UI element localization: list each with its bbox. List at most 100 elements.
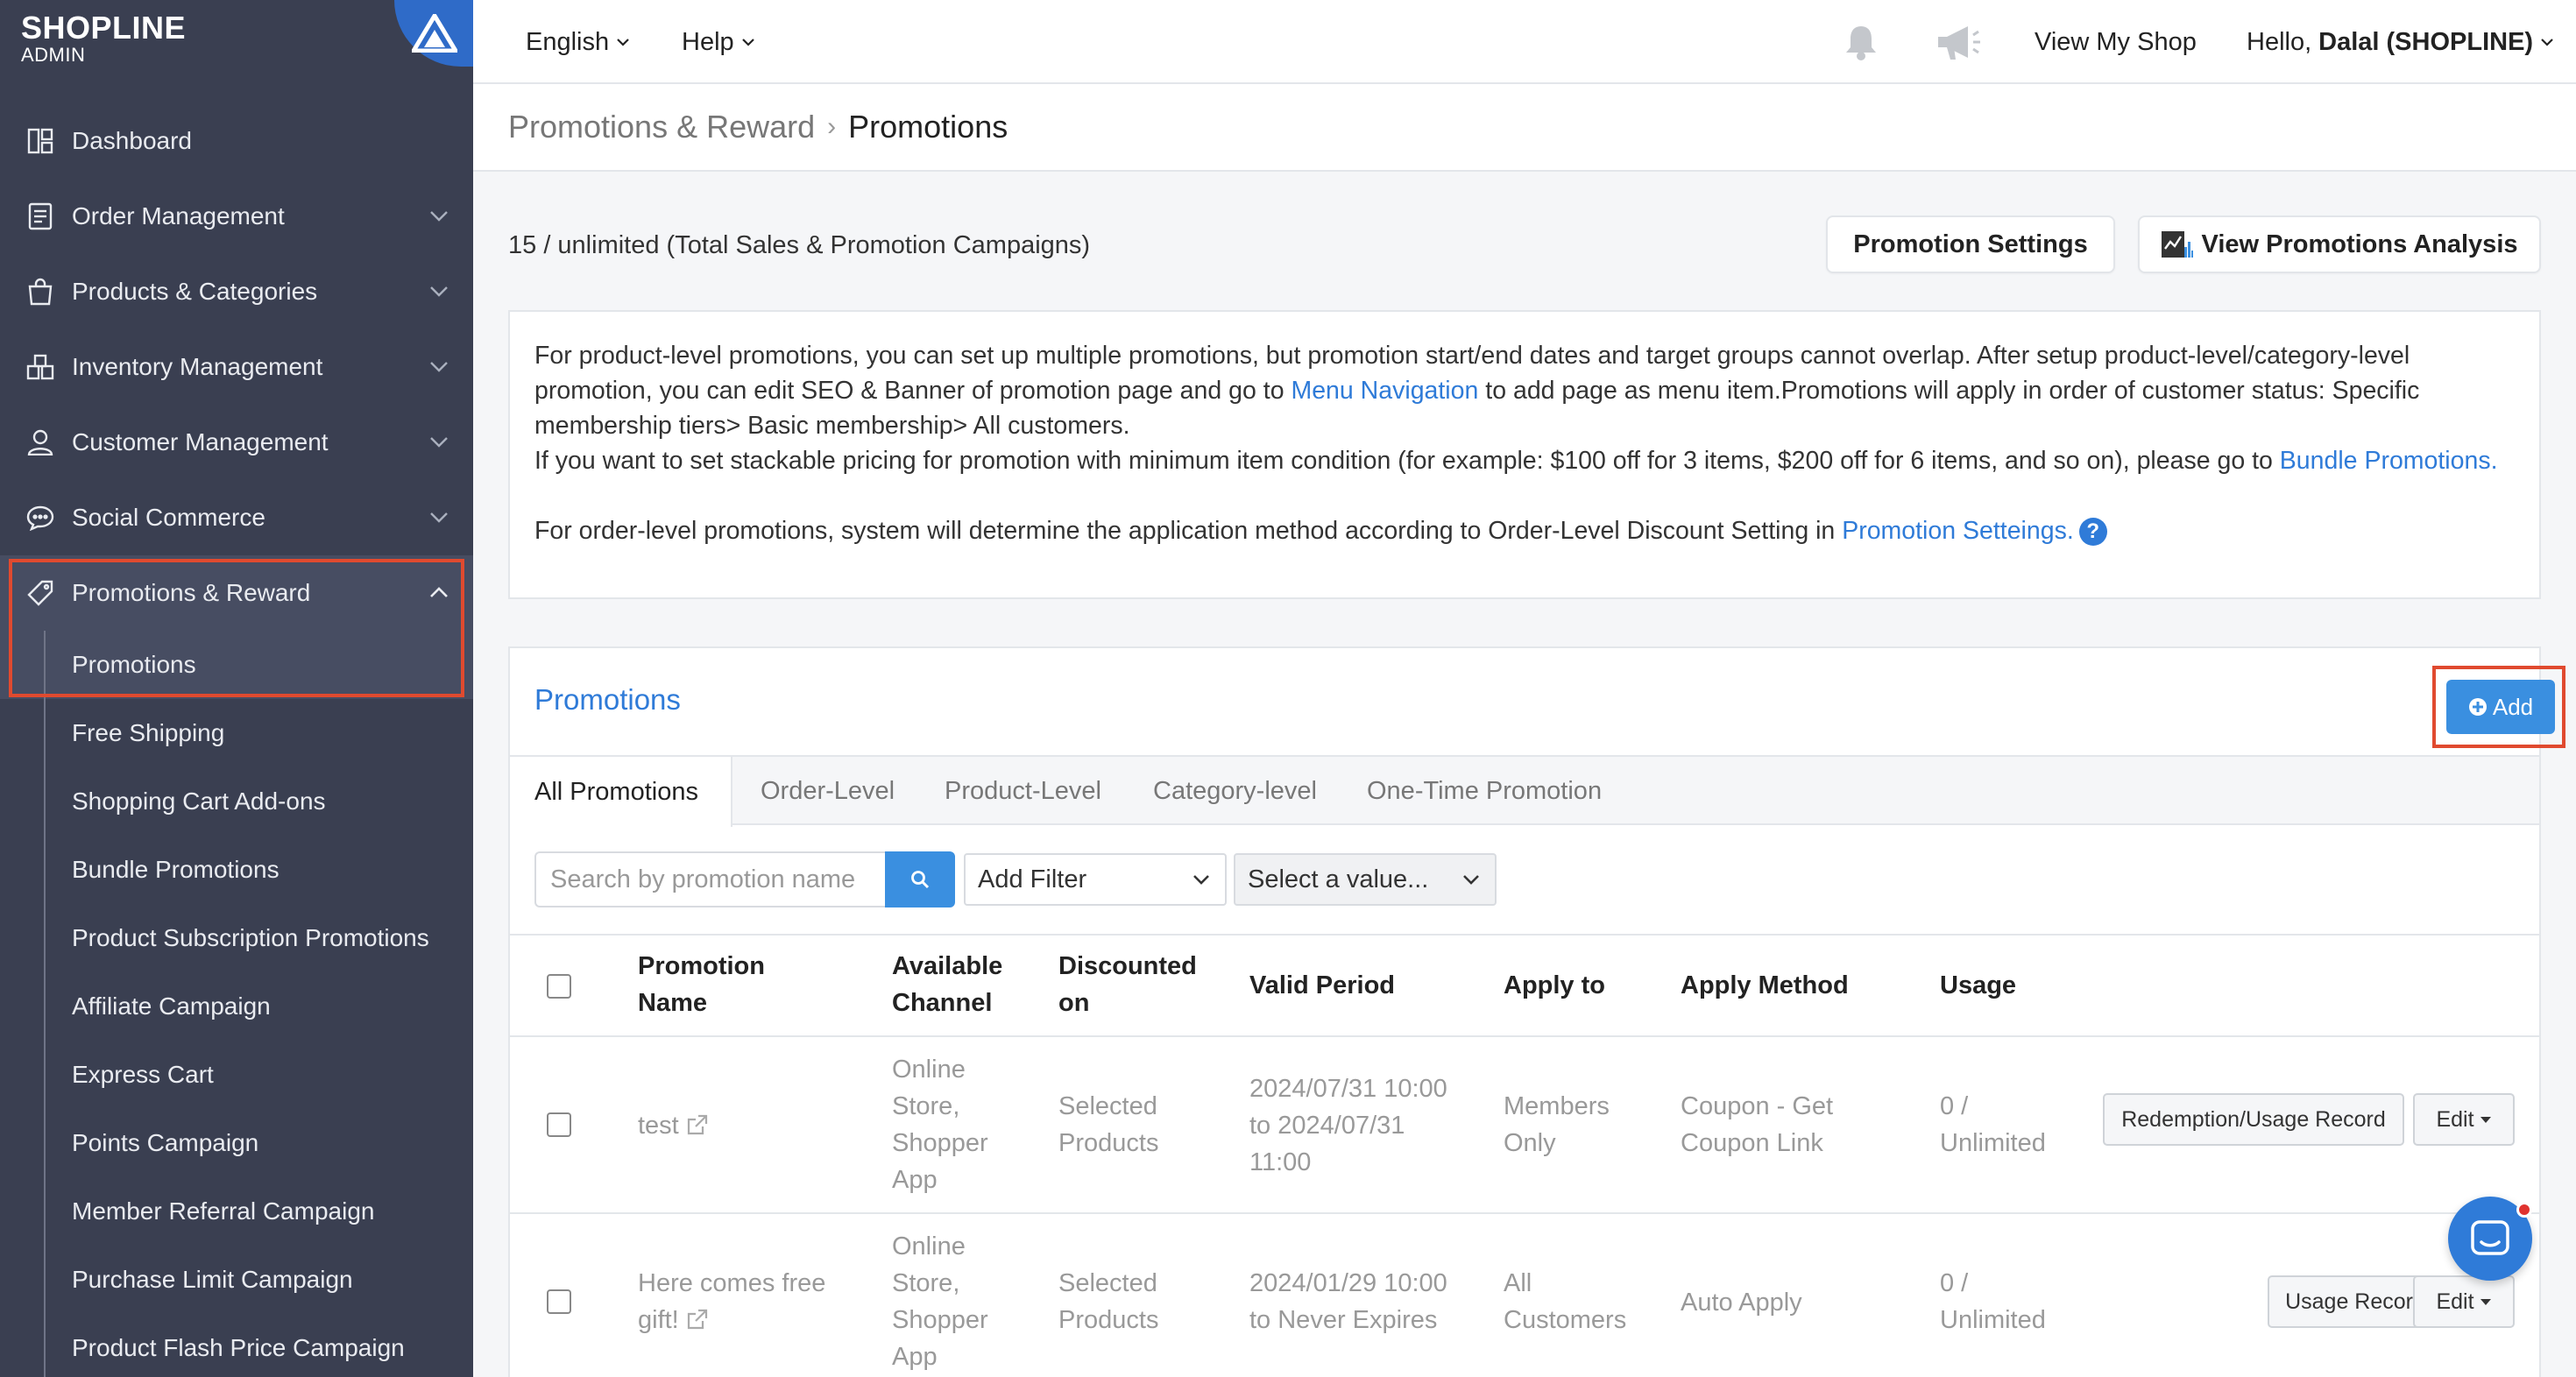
external-link-icon	[687, 1114, 707, 1135]
tab-one-time-promotion[interactable]: One-Time Promotion	[1367, 757, 1602, 825]
dashboard-icon	[25, 125, 56, 157]
cell-text: 11:00	[1249, 1148, 1312, 1176]
filter-value-select[interactable]: Select a value...	[1234, 853, 1497, 906]
cell-text: Only	[1504, 1129, 1556, 1157]
user-menu[interactable]: Hello, Dalal (SHOPLINE)	[2247, 0, 2554, 84]
sidebar-subitem-member-referral[interactable]: Member Referral Campaign	[0, 1177, 473, 1246]
search-button[interactable]	[885, 851, 955, 907]
sidebar-subitem-purchase-limit[interactable]: Purchase Limit Campaign	[0, 1246, 473, 1314]
cell-text: to 2024/07/31	[1249, 1112, 1405, 1140]
language-dropdown[interactable]: English	[526, 0, 630, 84]
menu-navigation-link[interactable]: Menu Navigation	[1291, 377, 1478, 405]
help-label: Help	[682, 27, 734, 56]
promotion-info-notice: For product-level promotions, you can se…	[508, 310, 2541, 599]
cell-text: Store,	[892, 1269, 960, 1297]
tab-all-promotions[interactable]: All Promotions	[510, 757, 732, 827]
edit-dropdown-button[interactable]: Edit	[2413, 1275, 2515, 1328]
sidebar-subitem-affiliate-campaign[interactable]: Affiliate Campaign	[0, 972, 473, 1041]
sidebar-item-dashboard[interactable]: Dashboard	[0, 103, 473, 179]
cell-text: Store,	[892, 1092, 960, 1120]
add-promotion-button[interactable]: Add	[2446, 680, 2555, 734]
cell-text: Coupon Link	[1681, 1129, 1823, 1157]
sidebar-subitem-bundle-promotions[interactable]: Bundle Promotions	[0, 836, 473, 904]
bundle-promotions-link[interactable]: Bundle Promotions.	[2280, 447, 2498, 475]
view-promotions-analysis-button[interactable]: View Promotions Analysis	[2138, 215, 2541, 273]
select-all-checkbox[interactable]	[547, 974, 571, 999]
cell-text: Shopper	[892, 1129, 988, 1157]
chevron-down-icon	[617, 39, 629, 46]
header-text: Name	[638, 989, 707, 1017]
tab-order-level[interactable]: Order-Level	[761, 757, 895, 825]
cell-text: Online	[892, 1056, 966, 1084]
tab-category-level[interactable]: Category-level	[1153, 757, 1317, 825]
search-icon	[911, 871, 930, 889]
sidebar-subitem-free-shipping[interactable]: Free Shipping	[0, 699, 473, 767]
add-filter-select[interactable]: Add Filter	[964, 853, 1227, 906]
sidebar-item-label: Products & Categories	[72, 278, 318, 305]
notification-bell-icon[interactable]	[1840, 0, 1882, 84]
info-text: For order-level promotions, system will …	[534, 517, 1843, 545]
table-row: Here comes free gift! Online Store, Shoppe…	[510, 1214, 2539, 1377]
sidebar-item-order-management[interactable]: Order Management	[0, 179, 473, 254]
promotion-settings-link[interactable]: Promotion Setteings.	[1842, 517, 2074, 545]
apply-to-cell: Members Only	[1504, 1088, 1610, 1162]
breadcrumb-separator-icon: ›	[827, 112, 837, 141]
sidebar-subitem-points-campaign[interactable]: Points Campaign	[0, 1109, 473, 1177]
chevron-down-icon	[2541, 39, 2553, 46]
table-row: test Online Store, Shopper App Selected Prod…	[510, 1037, 2539, 1214]
header-text: Available	[892, 952, 1003, 980]
analysis-chart-icon	[2161, 231, 2193, 258]
help-dropdown[interactable]: Help	[682, 0, 755, 84]
promotion-search-input[interactable]: Search by promotion name	[534, 851, 885, 907]
cell-text: All	[1504, 1269, 1532, 1297]
caret-down-icon	[2480, 1117, 2491, 1123]
announcement-megaphone-icon[interactable]	[1935, 0, 1982, 84]
cell-text: 0 /	[1940, 1269, 1969, 1297]
cell-text: 2024/01/29 10:00	[1249, 1269, 1447, 1297]
help-question-icon[interactable]: ?	[2078, 518, 2107, 547]
cell-text: Shopper	[892, 1306, 988, 1334]
cell-text: Selected	[1058, 1269, 1157, 1297]
chevron-down-icon	[1463, 875, 1479, 885]
promotion-name: Here comes free	[638, 1269, 826, 1297]
sidebar-item-social-commerce[interactable]: Social Commerce	[0, 480, 473, 555]
sidebar-subitem-shopping-cart-add-ons[interactable]: Shopping Cart Add-ons	[0, 767, 473, 836]
submenu-guide-line	[44, 631, 46, 1377]
sidebar-item-products-categories[interactable]: Products & Categories	[0, 254, 473, 329]
promotion-settings-button[interactable]: Promotion Settings	[1826, 215, 2115, 273]
chevron-down-icon	[741, 39, 754, 46]
sidebar-nav: Dashboard Order Management Products & Ca…	[0, 103, 473, 631]
breadcrumb-parent[interactable]: Promotions & Reward	[508, 109, 815, 145]
edit-dropdown-button[interactable]: Edit	[2413, 1093, 2515, 1146]
sidebar-item-label: Order Management	[72, 202, 285, 230]
chat-support-button[interactable]	[2448, 1197, 2532, 1281]
row-checkbox[interactable]	[547, 1112, 571, 1137]
redemption-usage-record-button[interactable]: Redemption/Usage Record	[2103, 1093, 2404, 1146]
discounted-cell: Selected Products	[1058, 1088, 1158, 1162]
chevron-down-icon	[430, 211, 448, 222]
sidebar-item-inventory-management[interactable]: Inventory Management	[0, 329, 473, 405]
edit-label: Edit	[2436, 1289, 2474, 1314]
promotion-name-link[interactable]: Here comes free gift!	[638, 1265, 825, 1338]
promotions-submenu: Promotions Free Shipping Shopping Cart A…	[0, 631, 473, 1377]
view-my-shop-link[interactable]: View My Shop	[2035, 0, 2197, 84]
usage-cell: 0 / Unlimited	[1940, 1088, 2046, 1162]
promotion-tabs: All Promotions Order-Level Product-Level…	[510, 755, 2539, 827]
bag-icon	[25, 276, 56, 307]
brand-logo[interactable]: SHOPLINE ADMIN	[21, 12, 186, 82]
analysis-button-label: View Promotions Analysis	[2201, 230, 2518, 258]
table-header: Promotion Name Available Channel Discounte…	[510, 934, 2539, 1037]
promotion-name-link[interactable]: test	[638, 1107, 709, 1144]
discounted-cell: Selected Products	[1058, 1265, 1158, 1338]
info-paragraph-3: For order-level promotions, system will …	[534, 513, 2515, 548]
tab-product-level[interactable]: Product-Level	[945, 757, 1101, 825]
sidebar-item-label: Social Commerce	[72, 504, 265, 531]
main-content: Promotions & Reward › Promotions 15 / un…	[473, 84, 2576, 1377]
sidebar-subitem-product-subscription[interactable]: Product Subscription Promotions	[0, 904, 473, 972]
sidebar-subitem-flash-price[interactable]: Product Flash Price Campaign	[0, 1314, 473, 1377]
order-icon	[25, 201, 56, 232]
row-checkbox[interactable]	[547, 1289, 571, 1314]
sidebar-item-customer-management[interactable]: Customer Management	[0, 405, 473, 480]
sidebar-subitem-express-cart[interactable]: Express Cart	[0, 1041, 473, 1109]
user-icon	[25, 427, 56, 458]
